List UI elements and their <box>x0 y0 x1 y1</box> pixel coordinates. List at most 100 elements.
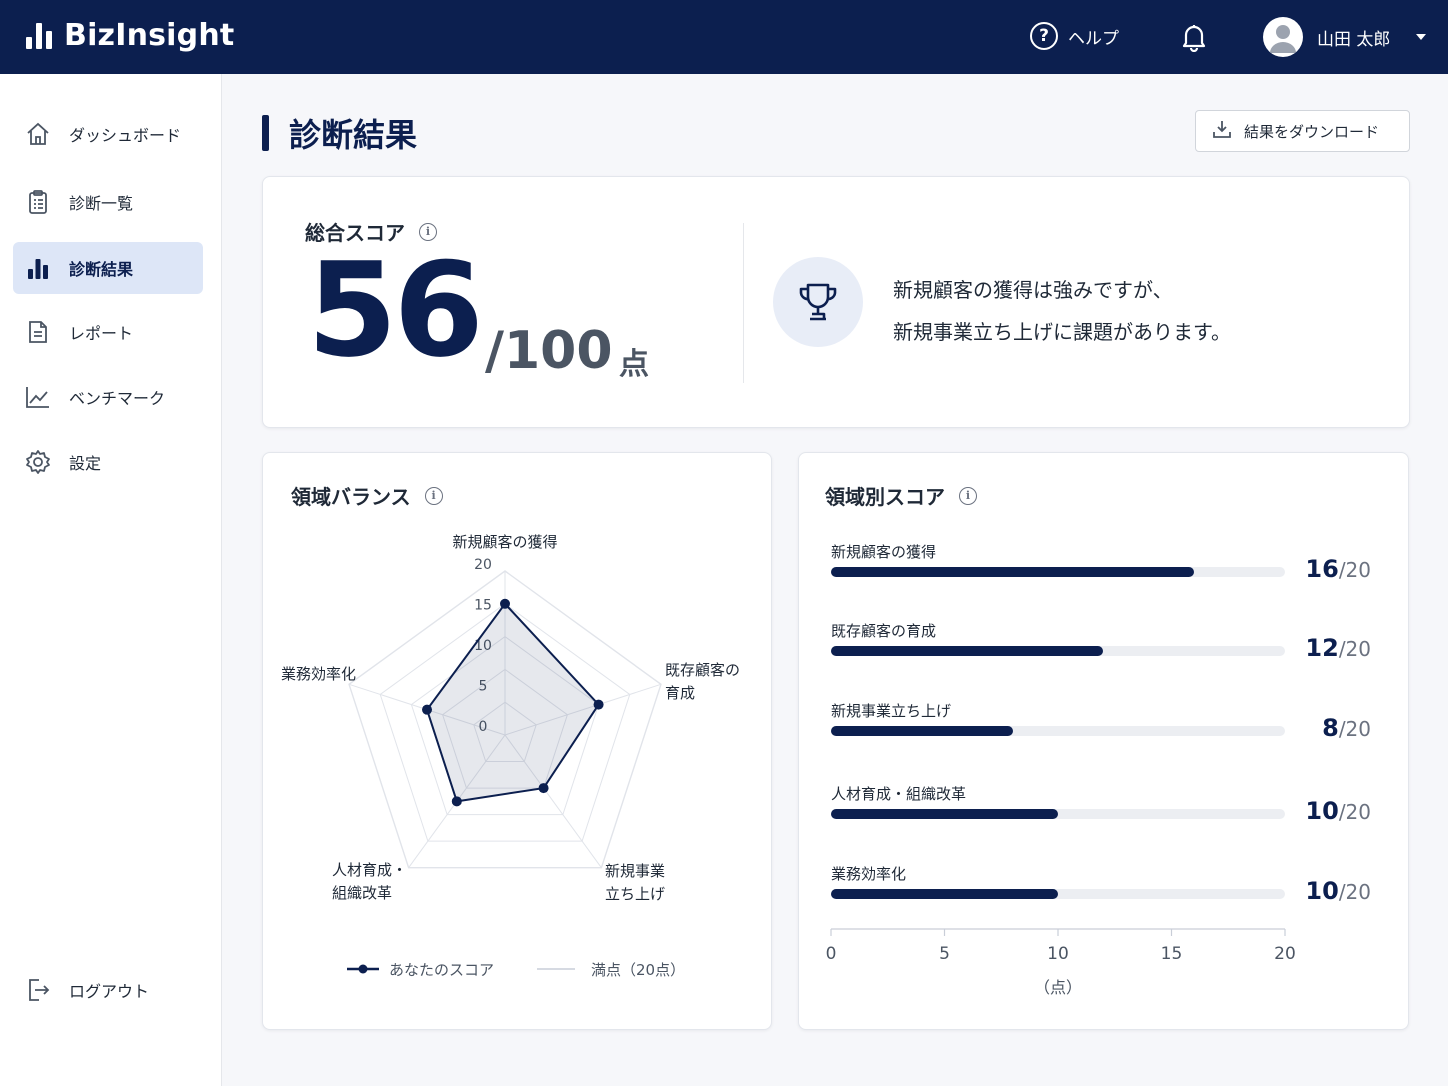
bar-category-label: 人材育成・組織改革 <box>831 785 967 803</box>
summary-line-1: 新規顧客の獲得は強みですが、 <box>893 278 1173 302</box>
sidebar-item-label: ダッシュボード <box>69 126 182 145</box>
bar-value-label: 10/20 <box>1291 797 1371 825</box>
download-label: 結果をダウンロード <box>1244 122 1380 141</box>
sidebar-item-dashboard[interactable]: ダッシュボード <box>13 108 203 160</box>
summary-text: 新規顧客の獲得は強みですが、 新規事業立ち上げに課題があります。 <box>893 269 1231 353</box>
top-bar: BizInsight ? ヘルプ 山田 太郎 <box>0 0 1448 74</box>
gear-icon <box>25 449 51 475</box>
bar-axis-tick-label: 15 <box>1161 944 1183 964</box>
bar-row: 新規顧客の獲得 16/20 <box>831 541 1371 583</box>
divider <box>743 223 744 383</box>
bar-value-label: 16/20 <box>1291 555 1371 583</box>
download-icon <box>1212 119 1232 143</box>
sidebar-item-benchmark[interactable]: ベンチマーク <box>13 371 203 423</box>
bar-track <box>831 809 1285 819</box>
bar-value-number: 12 <box>1305 634 1339 662</box>
overall-score-value: 56 <box>307 234 484 386</box>
sidebar: ダッシュボード 診断一覧 診断結果 レポート ベンチマーク 設定 ログアウト <box>0 74 222 1086</box>
title-accent-bar <box>262 115 269 151</box>
bar-category-label: 新規事業立ち上げ <box>831 702 952 720</box>
bar-value-label: 10/20 <box>1291 877 1371 905</box>
bar-fill <box>831 889 1058 899</box>
bar-value-number: 10 <box>1305 877 1339 905</box>
radar-axis-label: 組織改革 <box>332 884 392 902</box>
radar-axis-label: 立ち上げ <box>605 885 665 903</box>
radar-axis-label: 新規事業 <box>605 862 665 880</box>
document-icon <box>25 319 51 345</box>
radar-tick-label: 15 <box>474 598 492 614</box>
domain-score-header: 領域別スコア i <box>825 481 977 510</box>
bar-fill <box>831 726 1013 736</box>
bar-row: 人材育成・組織改革 10/20 <box>831 783 1371 825</box>
bar-value-number: 8 <box>1322 714 1339 742</box>
sidebar-item-label: 診断結果 <box>69 260 134 279</box>
help-icon: ? <box>1030 22 1058 50</box>
bar-category-label: 既存顧客の育成 <box>831 622 937 640</box>
help-button[interactable]: ? ヘルプ <box>1030 22 1119 50</box>
summary-line-2: 新規事業立ち上げに課題があります。 <box>893 320 1231 344</box>
bar-row: 既存顧客の育成 12/20 <box>831 620 1371 662</box>
radar-series-you <box>425 602 600 803</box>
bar-value-number: 10 <box>1305 797 1339 825</box>
bar-value-max: /20 <box>1338 717 1371 741</box>
home-icon <box>25 121 51 147</box>
brand-logo[interactable]: BizInsight <box>26 18 234 53</box>
info-icon[interactable]: i <box>959 486 977 505</box>
legend-full-label: 満点（20点） <box>591 961 685 979</box>
logout-button[interactable]: ログアウト <box>13 964 203 1016</box>
domain-score-title: 領域別スコア <box>825 485 945 509</box>
radar-point <box>593 699 604 710</box>
bar-row: 新規事業立ち上げ 8/20 <box>831 700 1371 742</box>
page-title: 診断結果 <box>262 110 417 156</box>
bar-track <box>831 726 1285 736</box>
radar-tick-label: 20 <box>474 557 492 573</box>
bar-fill <box>831 567 1195 577</box>
notification-bell-icon[interactable] <box>1180 22 1208 56</box>
bar-chart-icon <box>26 22 52 49</box>
legend-you-marker <box>358 964 368 974</box>
sidebar-item-report[interactable]: レポート <box>13 306 203 358</box>
brand-name: BizInsight <box>64 18 235 53</box>
page-title-text: 診断結果 <box>289 116 418 154</box>
sidebar-item-diagnosis-list[interactable]: 診断一覧 <box>13 176 203 228</box>
bar-axis-tick-label: 0 <box>826 944 837 964</box>
radar-axis-label: 人材育成・ <box>332 861 407 879</box>
sidebar-item-label: レポート <box>69 324 134 343</box>
bar-track <box>831 889 1285 899</box>
bar-axis-tick-label: 5 <box>939 944 950 964</box>
overall-score-max: /100 <box>485 321 613 381</box>
domain-balance-card: 領域バランス i 05101520新規顧客の獲得既存顧客の育成新規事業立ち上げ人… <box>262 452 772 1030</box>
bar-value-label: 8/20 <box>1291 714 1371 742</box>
logout-label: ログアウト <box>69 982 150 1001</box>
bar-axis-tick-label: 10 <box>1047 944 1069 964</box>
trend-icon <box>25 384 51 410</box>
logout-icon <box>25 977 51 1003</box>
radar-axis-label: 業務効率化 <box>281 665 356 683</box>
bar-track <box>831 567 1285 577</box>
clipboard-icon <box>25 189 51 215</box>
sidebar-item-label: ベンチマーク <box>69 389 166 408</box>
bar-fill <box>831 809 1058 819</box>
bar-fill <box>831 646 1104 656</box>
radar-axis-label: 新規顧客の獲得 <box>452 533 557 551</box>
bar-row: 業務効率化 10/20 <box>831 863 1371 905</box>
sidebar-item-settings[interactable]: 設定 <box>13 436 203 488</box>
overall-score-unit: 点 <box>619 347 649 382</box>
chevron-down-icon <box>1416 34 1427 40</box>
bar-value-max: /20 <box>1338 800 1371 824</box>
legend-you-label: あなたのスコア <box>389 961 494 979</box>
bar-value-max: /20 <box>1338 637 1371 661</box>
user-menu[interactable]: 山田 太郎 <box>1263 17 1427 57</box>
bar-chart-icon <box>25 255 51 281</box>
download-results-button[interactable]: 結果をダウンロード <box>1195 110 1410 152</box>
sidebar-item-label: 診断一覧 <box>69 194 134 213</box>
bar-category-label: 業務効率化 <box>831 865 907 883</box>
bar-track <box>831 646 1285 656</box>
radar-axis-label: 既存顧客の <box>665 661 740 679</box>
radar-point <box>422 704 433 715</box>
radar-point <box>538 783 549 794</box>
radar-axis-label: 育成 <box>665 684 695 702</box>
radar-chart: 05101520新規顧客の獲得既存顧客の育成新規事業立ち上げ人材育成・組織改革業… <box>281 533 740 979</box>
bar-value-max: /20 <box>1338 558 1371 582</box>
sidebar-item-diagnosis-result[interactable]: 診断結果 <box>13 242 203 294</box>
